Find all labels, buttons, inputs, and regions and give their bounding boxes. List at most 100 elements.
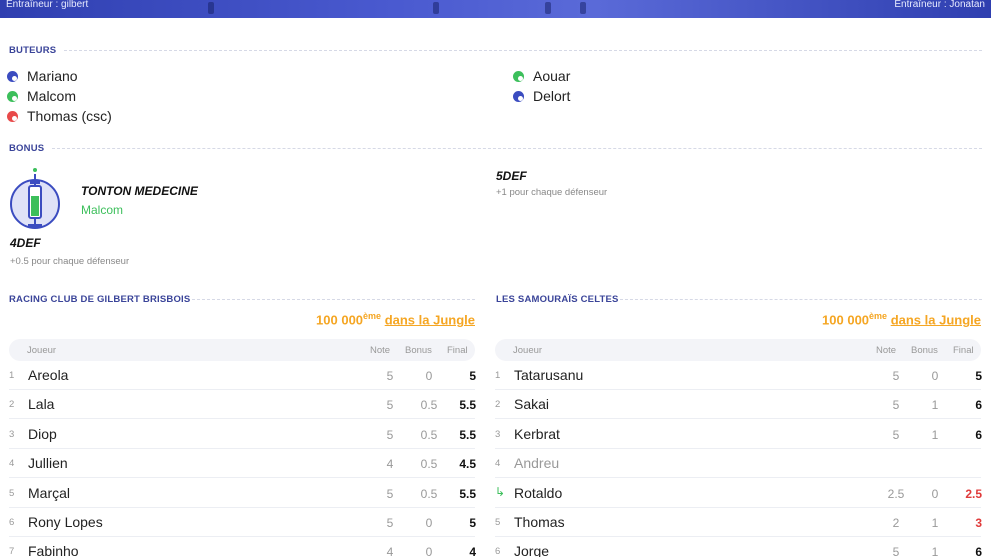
player-note: 5 bbox=[892, 398, 900, 413]
table-row[interactable]: 3 Diop 5 0.5 5.5 bbox=[9, 420, 476, 449]
player-final: 4 bbox=[469, 545, 476, 557]
player-final: 3 bbox=[975, 516, 982, 530]
player-final: 5.5 bbox=[459, 486, 476, 501]
player-note: 5 bbox=[892, 427, 900, 442]
table-header: Joueur Note Bonus Final bbox=[495, 339, 981, 361]
player-number: 3 bbox=[495, 428, 501, 440]
player-name: Jorge bbox=[514, 543, 550, 557]
team-name: RACING CLUB DE GILBERT BRISBOIS bbox=[9, 294, 191, 305]
coach-right: Entraîneur : Jonatan bbox=[894, 0, 985, 10]
player-name: Jullien bbox=[28, 455, 68, 472]
scorer-name: Mariano bbox=[27, 68, 78, 84]
tactic-tag: 4DEF bbox=[10, 236, 41, 250]
player-final: 6 bbox=[975, 398, 982, 413]
table-row[interactable]: 6 Jorge 5 1 6 bbox=[495, 537, 982, 557]
substitution-icon: ↳ bbox=[495, 484, 506, 499]
tactic-desc: +0.5 pour chaque défenseur bbox=[10, 256, 130, 267]
table-row[interactable]: ↳ Rotaldo 2.5 0 2.5 bbox=[495, 479, 982, 508]
player-note: 5 bbox=[892, 545, 900, 557]
player-final: 5 bbox=[469, 369, 476, 383]
player-number: 6 bbox=[495, 546, 501, 557]
player-final: 2.5 bbox=[965, 486, 982, 501]
table-row[interactable]: 1 Tatarusanu 5 0 5 bbox=[495, 361, 982, 390]
table-row[interactable]: 3 Kerbrat 5 1 6 bbox=[495, 420, 982, 449]
scorer-item: Aouar bbox=[513, 67, 570, 85]
player-note: 5 bbox=[386, 398, 394, 413]
player-number: 7 bbox=[9, 546, 15, 557]
player-number: 1 bbox=[9, 370, 15, 381]
player-note: 2 bbox=[892, 516, 900, 530]
table-row[interactable]: 5 Marçal 5 0.5 5.5 bbox=[9, 479, 476, 508]
tactic-desc: +1 pour chaque défenseur bbox=[496, 187, 608, 198]
soccer-ball-icon bbox=[513, 90, 524, 102]
player-bonus: 0 bbox=[425, 369, 433, 383]
divider bbox=[52, 148, 982, 149]
player-final: 5.5 bbox=[459, 398, 476, 413]
team-ranking: 100 000ème dans la Jungle bbox=[316, 311, 475, 328]
player-bonus: 1 bbox=[931, 545, 939, 557]
player-final: 4.5 bbox=[459, 457, 476, 472]
table-row[interactable]: 2 Lala 5 0.5 5.5 bbox=[9, 390, 476, 420]
divider bbox=[64, 50, 982, 51]
table-row[interactable]: 7 Fabinho 4 0 4 bbox=[9, 537, 476, 557]
player-name: Tatarusanu bbox=[514, 367, 584, 383]
scorer-item: Mariano bbox=[7, 67, 78, 85]
player-final: 5 bbox=[469, 516, 476, 530]
team-name: LES SAMOURAÏS CELTES bbox=[496, 294, 619, 305]
player-number: 6 bbox=[9, 517, 15, 528]
divider bbox=[620, 299, 982, 300]
player-name: Diop bbox=[28, 425, 57, 442]
team-ranking: 100 000ème dans la Jungle bbox=[822, 311, 981, 328]
player-name: Rotaldo bbox=[514, 484, 563, 501]
player-number: 2 bbox=[495, 399, 501, 411]
scorer-item: Malcom bbox=[7, 87, 76, 105]
player-bonus: 0.5 bbox=[420, 457, 438, 472]
player-name: Fabinho bbox=[28, 543, 79, 557]
divider bbox=[192, 299, 475, 300]
match-banner: Entraîneur : gilbert Entraîneur : Jonata… bbox=[0, 0, 991, 18]
player-number: 4 bbox=[9, 458, 15, 470]
player-note: 2.5 bbox=[887, 486, 905, 501]
soccer-ball-icon bbox=[7, 70, 18, 82]
soccer-ball-icon bbox=[7, 90, 18, 102]
player-final: 6 bbox=[975, 427, 982, 442]
player-name: Areola bbox=[28, 367, 69, 383]
player-note: 5 bbox=[386, 486, 394, 501]
table-row[interactable]: 6 Rony Lopes 5 0 5 bbox=[9, 508, 476, 537]
player-name: Marçal bbox=[28, 484, 71, 501]
player-number: 2 bbox=[9, 399, 15, 411]
player-name: Sakai bbox=[514, 396, 550, 413]
scorer-name: Aouar bbox=[533, 68, 571, 84]
player-bonus: 1 bbox=[931, 516, 939, 530]
ranking-link[interactable]: dans la Jungle bbox=[891, 312, 981, 327]
player-number: 5 bbox=[495, 517, 501, 528]
player-number: 5 bbox=[9, 487, 15, 499]
player-note: 5 bbox=[892, 369, 900, 383]
player-note: 5 bbox=[386, 369, 394, 383]
scorer-item: Delort bbox=[513, 87, 570, 105]
player-name: Rony Lopes bbox=[28, 514, 103, 530]
table-row[interactable]: 2 Sakai 5 1 6 bbox=[495, 390, 982, 420]
scorer-item: Thomas (csc) bbox=[7, 107, 112, 125]
player-note: 4 bbox=[386, 457, 394, 472]
player-bonus: 0 bbox=[931, 486, 939, 501]
player-number: 3 bbox=[9, 428, 15, 440]
soccer-ball-icon bbox=[7, 110, 18, 122]
syringe-icon bbox=[10, 168, 60, 229]
table-header: Joueur Note Bonus Final bbox=[9, 339, 475, 361]
ranking-link[interactable]: dans la Jungle bbox=[385, 312, 475, 327]
table-row[interactable]: 4 Andreu bbox=[495, 449, 981, 479]
tactic-tag: 5DEF bbox=[496, 169, 527, 183]
table-row[interactable]: 4 Jullien 4 0.5 4.5 bbox=[9, 449, 476, 479]
player-bonus: 1 bbox=[931, 427, 939, 442]
table-row[interactable]: 5 Thomas 2 1 3 bbox=[495, 508, 982, 537]
player-bonus: 0 bbox=[425, 545, 433, 557]
player-name: Andreu bbox=[514, 455, 560, 472]
bonus-player: Malcom bbox=[81, 203, 124, 217]
table-row[interactable]: 1 Areola 5 0 5 bbox=[9, 361, 476, 390]
scorers-title: BUTEURS bbox=[9, 45, 57, 56]
scorer-name: Delort bbox=[533, 88, 571, 104]
player-name: Thomas bbox=[514, 514, 565, 530]
player-final: 5.5 bbox=[459, 427, 476, 442]
player-bonus: 0.5 bbox=[420, 486, 438, 501]
